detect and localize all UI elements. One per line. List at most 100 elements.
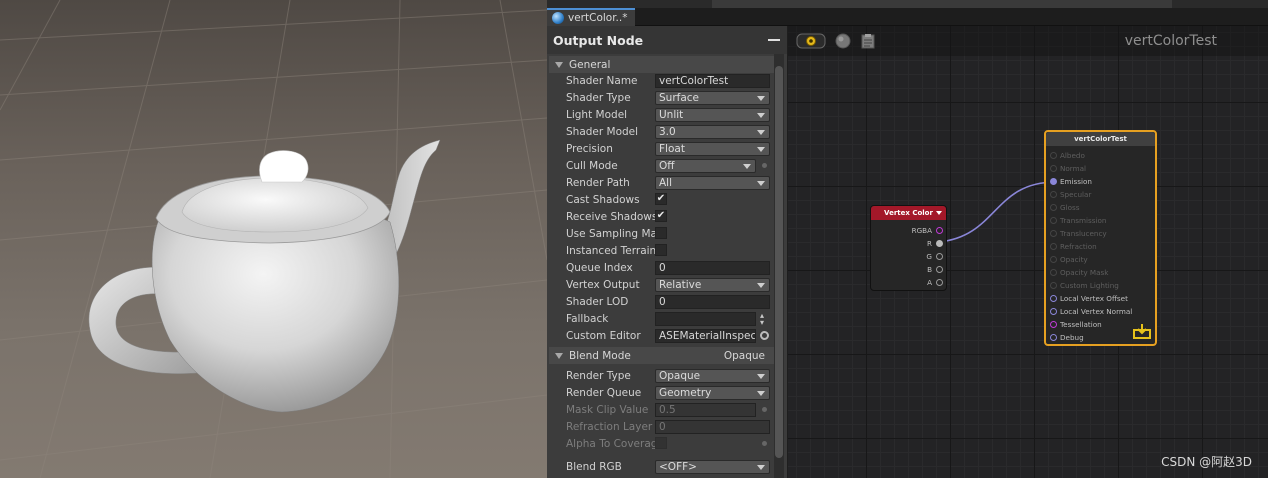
dropdown-arrow-icon [757, 113, 765, 118]
port-local-vertex-normal[interactable] [1050, 308, 1057, 315]
prop-shader-type: Shader Type Surface [547, 90, 787, 107]
light-model-dropdown[interactable]: Unlit [655, 108, 770, 122]
section-title: General [569, 58, 611, 71]
port-albedo[interactable] [1050, 152, 1057, 159]
shader-lod-field[interactable]: 0 [655, 295, 770, 309]
prop-custom-editor: Custom Editor ASEMaterialInspecto [547, 328, 787, 345]
prop-label: Shader Type [566, 92, 631, 104]
port-local-vertex-offset[interactable] [1050, 295, 1057, 302]
prop-label: Refraction Layer [566, 421, 653, 433]
port-custom-lighting[interactable] [1050, 282, 1057, 289]
port-specular[interactable] [1050, 191, 1057, 198]
shader-type-dropdown[interactable]: Surface [655, 91, 770, 105]
property-toggle-dot[interactable] [762, 163, 767, 168]
prop-label: Cull Mode [566, 160, 618, 172]
prop-cast-shadows: Cast Shadows ✔ [547, 192, 787, 209]
node-header[interactable]: vertColorTest [1046, 132, 1155, 146]
node-graph-canvas[interactable]: vertColorTest Vertex Color RGBA R G B A [788, 26, 1268, 478]
prop-label: Light Model [566, 109, 628, 121]
save-output-icon[interactable] [1133, 323, 1151, 339]
blend-rgb-dropdown[interactable]: <OFF> [655, 460, 770, 474]
port-label-rgba: RGBA [911, 226, 932, 235]
mask-clip-field: 0.5 [655, 403, 756, 417]
master-output-node[interactable]: vertColorTest Albedo Normal Emission Spe… [1044, 130, 1157, 346]
tab-shader-editor[interactable]: vertColor..* [547, 8, 635, 26]
port-rgba[interactable] [936, 227, 943, 234]
port-label-specular: Specular [1060, 190, 1092, 199]
object-picker-icon[interactable] [760, 331, 769, 340]
cast-shadows-checkbox[interactable]: ✔ [655, 193, 667, 205]
shader-name-field[interactable]: vertColorTest [655, 74, 770, 88]
port-label-opacity-mask: Opacity Mask [1060, 268, 1109, 277]
property-toggle-dot [762, 407, 767, 412]
cull-mode-dropdown[interactable]: Off [655, 159, 756, 173]
port-r[interactable] [936, 240, 943, 247]
prop-label: Instanced Terrain [566, 245, 655, 257]
dropdown-arrow-icon [757, 374, 765, 379]
vertex-output-dropdown[interactable]: Relative [655, 278, 770, 292]
connection-wires [938, 181, 1057, 243]
render-type-dropdown[interactable]: Opaque [655, 369, 770, 383]
dropdown-value: Float [659, 143, 685, 155]
scene-viewport[interactable] [0, 0, 547, 478]
port-label-b: B [927, 265, 932, 274]
render-queue-dropdown[interactable]: Geometry [655, 386, 770, 400]
port-label-translucency: Translucency [1060, 229, 1107, 238]
shader-model-dropdown[interactable]: 3.0 [655, 125, 770, 139]
port-label-local-vertex-offset: Local Vertex Offset [1060, 294, 1128, 303]
dropdown-value: Off [659, 160, 675, 172]
wire-r-to-emission[interactable] [938, 181, 1057, 243]
prop-label: Custom Editor [566, 330, 641, 342]
dropdown-arrow-icon [757, 130, 765, 135]
top-strip [547, 0, 1268, 8]
prop-render-path: Render Path All [547, 175, 787, 192]
port-debug[interactable] [1050, 334, 1057, 341]
prop-label: Use Sampling Mac [566, 228, 655, 240]
dropdown-value: 3.0 [659, 126, 676, 138]
port-label-g: G [926, 252, 932, 261]
fallback-field[interactable] [655, 312, 756, 326]
prop-refraction-layer: Refraction Layer 0 [547, 419, 787, 436]
prop-receive-shadows: Receive Shadows ✔ [547, 209, 787, 226]
dropdown-value: All [659, 177, 673, 189]
port-normal[interactable] [1050, 165, 1057, 172]
blend-mode-value[interactable]: Opaque [724, 350, 765, 362]
precision-dropdown[interactable]: Float [655, 142, 770, 156]
alpha-coverage-checkbox [655, 437, 667, 449]
minimize-button[interactable] [767, 33, 781, 47]
use-sampling-checkbox[interactable] [655, 227, 667, 239]
port-tessellation[interactable] [1050, 321, 1057, 328]
fallback-updown-icon[interactable]: ▴ ▾ [760, 312, 764, 327]
port-emission[interactable] [1050, 178, 1057, 185]
queue-index-field[interactable]: 0 [655, 261, 770, 275]
prop-label: Render Path [566, 177, 630, 189]
watermark: CSDN @阿赵3D [1161, 455, 1252, 469]
instanced-terrain-checkbox[interactable] [655, 244, 667, 256]
refraction-layer-field: 0 [655, 420, 770, 434]
port-label-opacity: Opacity [1060, 255, 1088, 264]
render-path-dropdown[interactable]: All [655, 176, 770, 190]
custom-editor-field[interactable]: ASEMaterialInspecto [655, 329, 756, 343]
port-g[interactable] [936, 253, 943, 260]
dropdown-value: <OFF> [659, 461, 697, 473]
port-opacity-mask[interactable] [1050, 269, 1057, 276]
prop-label: Shader LOD [566, 296, 629, 308]
section-general[interactable]: General [549, 56, 783, 73]
node-dropdown-icon[interactable] [936, 211, 942, 215]
port-transmission[interactable] [1050, 217, 1057, 224]
section-blend-mode[interactable]: Blend Mode Opaque [549, 347, 783, 364]
port-label-tessellation: Tessellation [1060, 320, 1102, 329]
port-refraction[interactable] [1050, 243, 1057, 250]
port-translucency[interactable] [1050, 230, 1057, 237]
node-header[interactable]: Vertex Color [871, 206, 946, 220]
port-gloss[interactable] [1050, 204, 1057, 211]
port-a[interactable] [936, 279, 943, 286]
port-b[interactable] [936, 266, 943, 273]
port-opacity[interactable] [1050, 256, 1057, 263]
prop-light-model: Light Model Unlit [547, 107, 787, 124]
vertex-color-node[interactable]: Vertex Color RGBA R G B A [870, 205, 947, 291]
port-label-debug: Debug [1060, 333, 1084, 342]
prop-fallback: Fallback ▴ ▾ [547, 311, 787, 328]
prop-label: Blend RGB [566, 461, 622, 473]
receive-shadows-checkbox[interactable]: ✔ [655, 210, 667, 222]
